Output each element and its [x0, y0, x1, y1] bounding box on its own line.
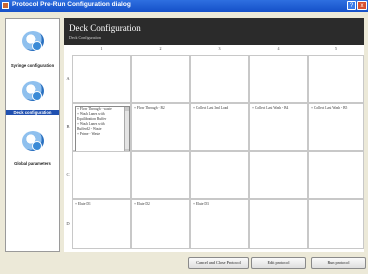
deck-cell-C5[interactable] — [308, 151, 364, 199]
deck-cell-C2[interactable] — [131, 151, 190, 199]
column-header: 2 — [159, 46, 162, 51]
deck-cell-B1[interactable]: + Flow Through - waste + Wash Lanes with… — [72, 103, 131, 154]
deck-cell-D2[interactable]: + Elute D2 — [131, 199, 190, 249]
row-header: C — [66, 172, 70, 177]
cell-entry: + Collect Last Wash - B4 — [252, 106, 289, 110]
deck-cell-D4[interactable] — [249, 199, 308, 249]
title-bar: Protocol Pre-Run Configuration dialog ? … — [0, 0, 368, 12]
page-title: Deck Configuration — [69, 23, 141, 33]
cell-entry: + Elute D2 — [134, 202, 150, 206]
cancel-close-protocol-button[interactable]: Cancel and Close Protocol — [188, 257, 249, 269]
cell-entry: + Elute D1 — [75, 202, 91, 206]
deck-cell-B5[interactable]: + Collect Last Wash - B5 — [308, 103, 364, 151]
deck-panel: Deck Configuration Deck Configuration 1 … — [64, 18, 364, 252]
row-header: D — [66, 221, 70, 226]
sidebar-item-deck-configuration[interactable]: Deck configuration — [6, 77, 59, 117]
gear-icon — [22, 31, 44, 51]
cell-entry: + Elute D3 — [193, 202, 209, 206]
gear-icon — [22, 81, 44, 101]
sidebar-item-label: Global parameters — [14, 161, 51, 166]
list-scrollbar[interactable] — [124, 107, 129, 153]
column-header: 5 — [335, 46, 337, 51]
dialog-window: Protocol Pre-Run Configuration dialog ? … — [0, 0, 368, 274]
deck-cell-C1[interactable] — [72, 151, 131, 199]
page-subtitle: Deck Configuration — [69, 35, 101, 40]
deck-cell-C4[interactable] — [249, 151, 308, 199]
deck-cell-B2[interactable]: + Flow Through - B2 — [131, 103, 190, 151]
deck-cell-A2[interactable] — [131, 55, 190, 103]
app-icon — [2, 2, 9, 9]
step-list[interactable]: + Flow Through - waste + Wash Lanes with… — [75, 106, 130, 154]
edit-protocol-button[interactable]: Edit protocol — [251, 257, 306, 269]
column-header: 3 — [218, 46, 221, 51]
cell-entry: + Flow Through - B2 — [134, 106, 165, 110]
deck-cell-A1[interactable] — [72, 55, 131, 103]
column-header: 1 — [100, 46, 103, 51]
sidebar-item-syringe-configuration[interactable]: Syringe configuration — [6, 25, 59, 77]
sidebar-item-label: Syringe configuration — [10, 63, 55, 68]
sidebar-item-global-parameters[interactable]: Global parameters — [6, 127, 59, 167]
sidebar-item-label: Deck configuration — [6, 110, 59, 115]
window-title: Protocol Pre-Run Configuration dialog — [12, 1, 131, 8]
deck-cell-C3[interactable] — [190, 151, 249, 199]
deck-cell-D3[interactable]: + Elute D3 — [190, 199, 249, 249]
sidebar: Syringe configuration Deck configuration… — [5, 18, 60, 252]
cell-entry: + Collect Last 3ml Load — [193, 106, 229, 110]
gear-icon — [22, 131, 44, 151]
panel-header: Deck Configuration Deck Configuration — [64, 18, 364, 45]
deck-cell-B4[interactable]: + Collect Last Wash - B4 — [249, 103, 308, 151]
deck-cell-D5[interactable] — [308, 199, 364, 249]
scroll-up-icon[interactable] — [125, 107, 129, 111]
cell-entry: + Collect Last Wash - B5 — [311, 106, 348, 110]
deck-cell-A4[interactable] — [249, 55, 308, 103]
column-header: 4 — [277, 46, 280, 51]
help-button[interactable]: ? — [347, 1, 356, 10]
deck-cell-A5[interactable] — [308, 55, 364, 103]
run-protocol-button[interactable]: Run protocol — [311, 257, 366, 269]
row-header: A — [66, 76, 70, 81]
deck-cell-D1[interactable]: + Elute D1 — [72, 199, 131, 249]
deck-cell-A3[interactable] — [190, 55, 249, 103]
close-button[interactable]: x — [357, 1, 367, 10]
list-item[interactable]: + Prime - Waste — [76, 132, 129, 137]
row-header: B — [66, 124, 70, 129]
deck-cell-B3[interactable]: + Collect Last 3ml Load — [190, 103, 249, 151]
